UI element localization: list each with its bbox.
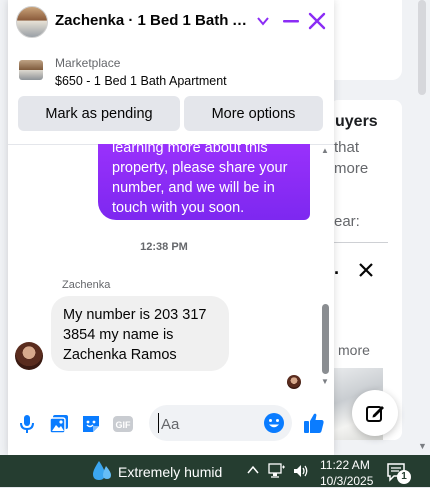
chat-header[interactable]: Zachenka · 1 Bed 1 Bath Apartment: [8, 0, 334, 44]
minimize-icon[interactable]: [282, 12, 300, 30]
marketplace-label: Marketplace: [55, 56, 121, 70]
message-line: learning more about this: [112, 144, 268, 156]
emoji-icon[interactable]: [263, 412, 285, 434]
clock-time[interactable]: 11:22 AM: [320, 458, 370, 472]
scroll-down-arrow-icon[interactable]: ▼: [321, 377, 329, 386]
thumbs-up-icon[interactable]: [302, 411, 326, 435]
windows-taskbar: Extremely humid 11:22 AM 10/3/2025 1: [0, 455, 430, 488]
background-close-icon[interactable]: [357, 261, 375, 285]
humidity-droplet-icon[interactable]: [92, 460, 112, 482]
message-line: number, and we will be in: [112, 180, 275, 196]
gif-icon[interactable]: GIF: [112, 413, 134, 435]
background-divider: [334, 242, 388, 243]
marketplace-banner: Marketplace $650 - 1 Bed 1 Bath Apartmen…: [8, 44, 334, 145]
more-options-button[interactable]: More options: [184, 96, 323, 131]
scroll-up-arrow-icon[interactable]: ▲: [321, 146, 329, 155]
avatar[interactable]: [15, 342, 43, 370]
photo-icon[interactable]: [48, 413, 70, 435]
chevron-up-icon[interactable]: [246, 463, 260, 477]
listing-title[interactable]: $650 - 1 Bed 1 Bath Apartment: [55, 74, 227, 88]
background-see-more-link[interactable]: more: [338, 342, 370, 358]
chevron-down-icon[interactable]: [256, 14, 270, 28]
sticker-icon[interactable]: [80, 413, 102, 435]
message-line: 3854 my name is: [63, 327, 174, 343]
read-receipt-avatar: [287, 375, 301, 389]
background-text-2: more: [334, 160, 369, 177]
background-title-fragment: uyers: [335, 113, 378, 130]
close-icon[interactable]: [308, 12, 326, 30]
listing-avatar[interactable]: [16, 6, 48, 38]
chat-scrollbar-thumb[interactable]: [322, 304, 329, 374]
message-line: property, please share your: [112, 160, 288, 176]
weather-status[interactable]: Extremely humid: [118, 464, 222, 480]
message-input[interactable]: [159, 405, 263, 443]
message-line: My number is 203 317: [63, 307, 207, 323]
message-list[interactable]: learning more about this property, pleas…: [8, 144, 334, 394]
sender-name: Zachenka: [62, 279, 111, 291]
page-scrollbar[interactable]: ▼: [414, 0, 430, 455]
scroll-down-arrow-icon[interactable]: ▼: [418, 442, 427, 451]
chat-window: Zachenka · 1 Bed 1 Bath Apartment Market…: [8, 0, 334, 455]
message-line: Zachenka Ramos: [63, 347, 177, 363]
background-more-dots-icon[interactable]: ·: [334, 263, 340, 284]
incoming-message[interactable]: My number is 203 317 3854 my name is Zac…: [51, 296, 229, 371]
message-line: touch with you soon.: [112, 200, 245, 216]
background-text-3: ear:: [334, 213, 360, 230]
microphone-icon[interactable]: [16, 413, 38, 435]
message-composer: GIF: [8, 400, 334, 448]
message-input-box[interactable]: [149, 405, 292, 443]
background-card-top: [330, 0, 402, 80]
outgoing-message[interactable]: learning more about this property, pleas…: [98, 144, 310, 220]
svg-text:GIF: GIF: [116, 420, 132, 430]
message-timestamp: 12:38 PM: [140, 241, 188, 253]
compose-icon: [366, 406, 384, 422]
listing-thumbnail[interactable]: [19, 60, 43, 80]
clock-date[interactable]: 10/3/2025: [320, 474, 373, 488]
page-scrollbar-thumb[interactable]: [418, 0, 426, 95]
background-text-1: that: [334, 139, 360, 156]
notification-count-badge: 1: [397, 470, 411, 484]
volume-icon[interactable]: [292, 463, 310, 479]
chat-scrollbar[interactable]: ▲ ▼: [320, 144, 332, 394]
chat-title[interactable]: Zachenka · 1 Bed 1 Bath Apartment: [55, 12, 253, 29]
network-icon[interactable]: [268, 463, 286, 479]
mark-as-pending-button[interactable]: Mark as pending: [18, 96, 180, 131]
new-message-button[interactable]: [352, 390, 398, 436]
